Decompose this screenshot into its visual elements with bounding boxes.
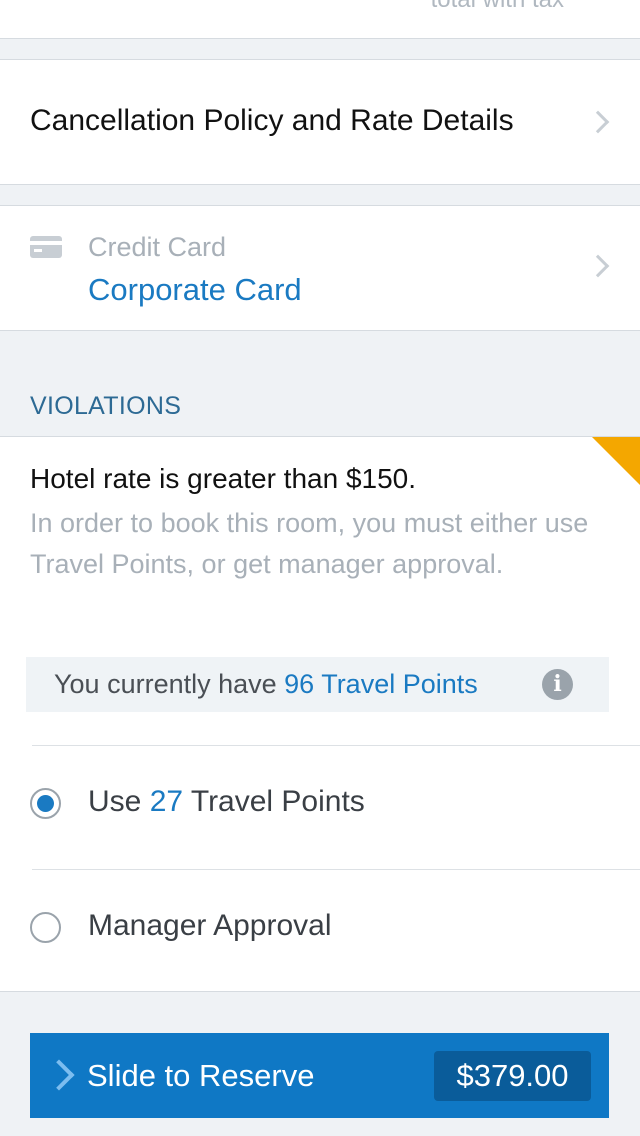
payment-method-title: Credit Card — [88, 232, 227, 262]
cancellation-policy-row[interactable]: Cancellation Policy and Rate Details — [0, 59, 640, 185]
option-label-prefix: Use — [88, 785, 150, 818]
points-balance-prefix: You currently have — [54, 669, 285, 699]
radio-checked-icon[interactable] — [30, 788, 61, 819]
divider — [32, 745, 640, 746]
info-icon[interactable]: i — [542, 669, 573, 700]
slide-to-reserve-label: Slide to Reserve — [87, 1058, 315, 1093]
cancellation-policy-label: Cancellation Policy and Rate Details — [30, 104, 514, 137]
price-summary-row: total with tax — [0, 0, 640, 39]
chevron-right-icon — [586, 254, 610, 278]
chevron-right-icon[interactable] — [43, 1059, 75, 1091]
violation-title: Hotel rate is greater than $150. — [30, 463, 417, 494]
payment-method-value: Corporate Card — [88, 272, 302, 307]
points-balance-value: 96 Travel Points — [284, 669, 478, 699]
option-points-count: 27 — [149, 785, 184, 818]
warning-flag-icon — [592, 437, 640, 485]
divider — [32, 869, 640, 870]
option-manager-approval[interactable]: Manager Approval — [30, 899, 610, 959]
option-use-travel-points[interactable]: Use 27 Travel Points — [30, 775, 610, 835]
travel-points-balance: You currently have 96 Travel Points i — [26, 657, 609, 712]
violation-description: In order to book this room, you must eit… — [30, 508, 589, 579]
payment-method-row[interactable]: Credit Card Corporate Card — [0, 205, 640, 331]
option-label-suffix: Travel Points — [183, 785, 365, 818]
booking-screen: total with tax Cancellation Policy and R… — [0, 0, 640, 1136]
violation-card: Hotel rate is greater than $150. In orde… — [0, 436, 640, 992]
violations-heading: VIOLATIONS — [30, 392, 182, 420]
chevron-right-icon — [586, 110, 610, 134]
option-manager-approval-label: Manager Approval — [88, 909, 332, 942]
reserve-price: $379.00 — [434, 1051, 591, 1101]
slide-to-reserve-button[interactable]: Slide to Reserve $379.00 — [30, 1033, 609, 1118]
total-with-tax-label: total with tax — [431, 0, 564, 14]
radio-unchecked-icon[interactable] — [30, 912, 61, 943]
credit-card-icon — [30, 236, 62, 258]
